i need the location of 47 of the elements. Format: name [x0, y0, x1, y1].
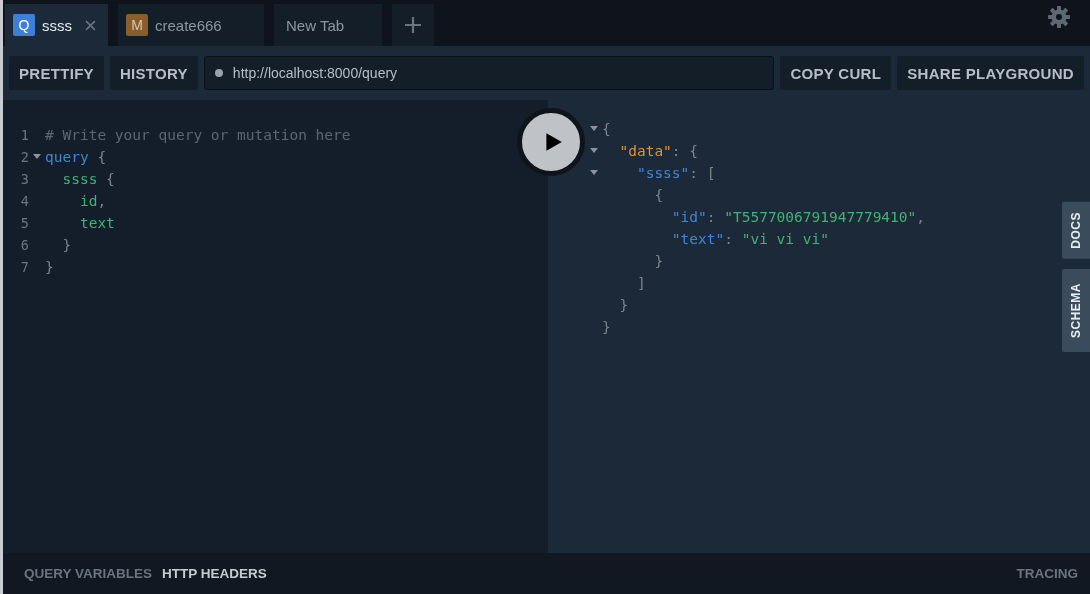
- line-number: 4: [19, 193, 29, 209]
- query-tab[interactable]: M create666: [118, 4, 264, 46]
- toolbar-button[interactable]: COPY CURL: [780, 56, 892, 90]
- side-tab[interactable]: SCHEMA: [1062, 268, 1090, 352]
- settings-icon[interactable]: [1047, 5, 1071, 29]
- code-line: id,: [78, 193, 107, 209]
- plus-icon: [403, 15, 423, 35]
- bottom-tab[interactable]: HTTP HEADERS: [162, 566, 267, 581]
- tab-label: create666: [155, 16, 222, 34]
- tab-label: ssss: [42, 16, 72, 34]
- query-tab[interactable]: Q ssss: [5, 4, 108, 46]
- json-line: "id": "T5577006791947779410",: [670, 209, 926, 225]
- code-line: query {: [45, 149, 107, 165]
- toolbar-button[interactable]: SHARE PLAYGROUND: [897, 56, 1084, 90]
- add-tab-button[interactable]: [392, 4, 434, 46]
- json-line: ]: [635, 275, 646, 291]
- tab-badge: Q: [13, 14, 35, 36]
- bottom-tab[interactable]: QUERY VARIABLES: [24, 566, 153, 581]
- code-line: text: [78, 215, 115, 231]
- line-number: 7: [19, 259, 29, 275]
- line-number: 6: [19, 237, 29, 253]
- line-number: 5: [19, 215, 29, 231]
- close-icon[interactable]: [85, 19, 96, 31]
- json-line: }: [602, 319, 611, 335]
- line-number: 2: [19, 149, 29, 165]
- side-tab[interactable]: DOCS: [1062, 202, 1090, 259]
- endpoint-field[interactable]: http://localhost:8000/query: [203, 56, 775, 90]
- json-line: {: [653, 187, 664, 203]
- code-line: }: [61, 237, 72, 253]
- toolbar-button[interactable]: PRETTIFY: [9, 56, 104, 90]
- status-dot: [214, 69, 223, 77]
- query-tab[interactable]: New Tab: [274, 4, 382, 46]
- json-line: "text": "vi vi vi": [670, 231, 829, 247]
- toolbar-button[interactable]: HISTORY: [109, 56, 198, 90]
- code-line: }: [45, 259, 54, 275]
- json-line: {: [602, 121, 611, 137]
- line-number: 1: [19, 127, 29, 143]
- code-line: # Write your query or mutation here: [45, 127, 351, 143]
- json-line: }: [618, 297, 629, 313]
- json-line: "ssss": [: [635, 165, 716, 181]
- json-line: "data": {: [618, 143, 699, 159]
- tab-badge: M: [126, 14, 148, 36]
- line-number: 3: [19, 171, 29, 187]
- json-line: }: [653, 253, 664, 269]
- tracing-button[interactable]: TRACING: [1016, 566, 1078, 581]
- tab-label: New Tab: [286, 16, 345, 34]
- code-line: ssss {: [61, 171, 115, 187]
